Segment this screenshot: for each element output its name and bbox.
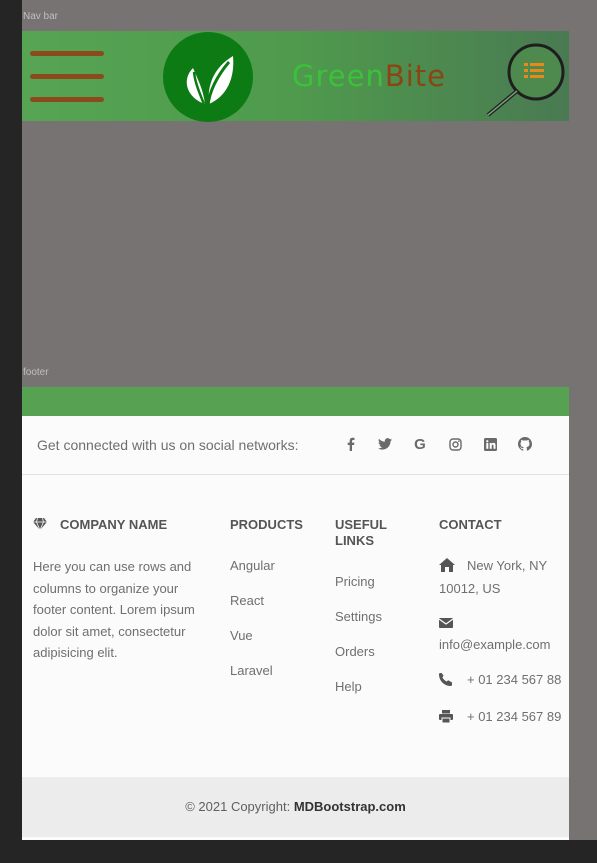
products-column: PRODUCTS Angular React Vue Laravel [230, 517, 320, 696]
github-icon[interactable] [517, 435, 533, 453]
copyright-link[interactable]: MDBootstrap.com [294, 799, 406, 814]
footer-caption: footer [23, 367, 49, 378]
useful-links-heading-line1: USEFUL [335, 517, 387, 532]
home-icon [439, 557, 457, 578]
hamburger-line [30, 74, 104, 79]
footer-link-help[interactable]: Help [335, 677, 425, 712]
email-text: info@example.com [439, 637, 551, 652]
footer-link-laravel[interactable]: Laravel [230, 661, 320, 696]
footer-link-pricing[interactable]: Pricing [335, 572, 425, 607]
footer-link-settings[interactable]: Settings [335, 607, 425, 642]
fax-text: + 01 234 567 89 [467, 709, 562, 724]
navbar: GreenBite [22, 31, 569, 122]
contact-heading: CONTACT [439, 517, 502, 532]
useful-links-heading-line2: LINKS [335, 533, 374, 548]
copyright-text: © 2021 Copyright: [185, 799, 294, 814]
company-title: COMPANY NAME [60, 517, 168, 532]
twitter-icon[interactable] [377, 435, 393, 453]
contact-fax: + 01 234 567 89 [439, 706, 564, 729]
products-heading: PRODUCTS [230, 517, 303, 532]
gem-icon [33, 518, 47, 530]
footer-link-react[interactable]: React [230, 591, 320, 626]
footer: Get connected with us on social networks… [22, 387, 569, 840]
instagram-icon[interactable] [447, 435, 463, 453]
printer-icon [439, 708, 457, 729]
bottom-dark-strip [0, 840, 597, 863]
envelope-icon [438, 613, 564, 634]
company-text: Here you can use rows and columns to org… [33, 559, 195, 660]
left-dark-strip [0, 0, 22, 863]
brand-name: GreenBite [292, 59, 446, 93]
hamburger-line [30, 97, 104, 102]
hamburger-line [30, 51, 104, 56]
contact-email: info@example.com [438, 613, 564, 655]
hamburger-menu-button[interactable] [30, 51, 104, 103]
contact-column: CONTACT New York, NY 10012, US info@exam… [438, 517, 564, 729]
facebook-icon[interactable] [343, 435, 359, 453]
footer-link-vue[interactable]: Vue [230, 626, 320, 661]
leaf-logo[interactable] [163, 32, 253, 122]
useful-links-column: USEFUL LINKS Pricing Settings Orders Hel… [335, 517, 425, 712]
search-menu-button[interactable] [484, 41, 566, 117]
social-row: Get connected with us on social networks… [22, 416, 569, 475]
leaf-icon [186, 56, 234, 107]
copyright-bar: © 2021 Copyright: MDBootstrap.com [22, 777, 569, 837]
brand-green-part: Green [292, 59, 385, 93]
linkedin-icon[interactable] [482, 435, 498, 453]
useful-links-heading: USEFUL LINKS [335, 517, 425, 549]
google-icon[interactable]: G [412, 435, 428, 453]
company-column: COMPANY NAME Here you can use rows and c… [33, 517, 213, 664]
nav-caption: Nav bar [23, 11, 59, 22]
footer-link-orders[interactable]: Orders [335, 642, 425, 677]
contact-phone: + 01 234 567 88 [439, 669, 564, 692]
company-heading: COMPANY NAME [33, 517, 213, 533]
brand-brown-part: Bite [384, 59, 446, 93]
footer-link-angular[interactable]: Angular [230, 556, 320, 591]
footer-green-bar [22, 387, 569, 416]
social-text: Get connected with us on social networks… [37, 437, 299, 453]
contact-address: New York, NY 10012, US [439, 555, 564, 599]
phone-text: + 01 234 567 88 [467, 672, 562, 687]
magnifier-list-icon [486, 43, 565, 117]
phone-icon [439, 671, 457, 692]
